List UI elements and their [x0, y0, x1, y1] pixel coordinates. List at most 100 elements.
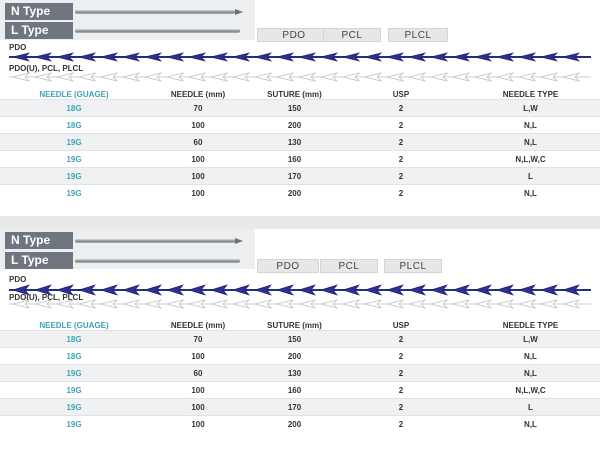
cell-suture-mm: 200 [248, 347, 341, 365]
col-header-usp: USP [392, 90, 410, 99]
needle-image-area: N Type L Type [0, 229, 255, 269]
col-header-suture: SUTURE (mm) [267, 321, 322, 330]
cell-suture-mm: 160 [248, 150, 341, 168]
panel-divider [0, 216, 600, 229]
cell-gauge: 18G [0, 116, 148, 134]
cell-needle-mm: 70 [148, 99, 248, 117]
cell-needle-type: N,L [461, 184, 600, 202]
table-row: 19G 100 170 2 L [0, 398, 600, 416]
cell-suture-mm: 200 [248, 116, 341, 134]
spec-table: NEEDLE (GUAGE) NEEDLE (mm) SUTURE (mm) U… [0, 319, 600, 433]
cell-usp: 2 [341, 398, 461, 416]
cell-needle-type: L,W [461, 99, 600, 117]
table-row: 19G 60 130 2 N,L [0, 133, 600, 151]
col-header-gauge: NEEDLE (GUAGE) [39, 90, 109, 99]
table-row: 18G 100 200 2 N,L [0, 347, 600, 365]
cell-needle-type: N,L [461, 116, 600, 134]
cell-usp: 2 [341, 133, 461, 151]
cell-usp: 2 [341, 99, 461, 117]
cell-needle-mm: 100 [148, 347, 248, 365]
cell-usp: 2 [341, 150, 461, 168]
table-header-row: NEEDLE (GUAGE) NEEDLE (mm) SUTURE (mm) U… [0, 319, 600, 331]
cell-suture-mm: 200 [248, 415, 341, 433]
col-header-needle-type: NEEDLE TYPE [502, 321, 559, 330]
col-header-needle-type: NEEDLE TYPE [502, 90, 559, 99]
cell-suture-mm: 170 [248, 167, 341, 185]
table-header-row: NEEDLE (GUAGE) NEEDLE (mm) SUTURE (mm) U… [0, 88, 600, 100]
table-row: 19G 60 130 2 N,L [0, 364, 600, 382]
spec-table: NEEDLE (GUAGE) NEEDLE (mm) SUTURE (mm) U… [0, 88, 600, 202]
cell-needle-mm: 100 [148, 150, 248, 168]
cell-gauge: 19G [0, 167, 148, 185]
thread-band-other [9, 72, 591, 82]
table-row: 19G 100 160 2 N,L,W,C [0, 150, 600, 168]
cell-gauge: 19G [0, 184, 148, 202]
product-panel-1: N Type L Type PDO PCL PLCL PDO PDO(U), P… [0, 0, 600, 216]
cell-usp: 2 [341, 381, 461, 399]
col-header-gauge: NEEDLE (GUAGE) [39, 321, 109, 330]
cell-needle-mm: 100 [148, 381, 248, 399]
cell-gauge: 18G [0, 347, 148, 365]
thread-band-pdo [9, 52, 591, 62]
n-type-needle [75, 239, 235, 243]
cell-gauge: 19G [0, 415, 148, 433]
thread-band-other [9, 299, 591, 309]
col-header-suture: SUTURE (mm) [267, 90, 322, 99]
needle-image-area: N Type L Type [0, 0, 255, 40]
table-row: 19G 100 170 2 L [0, 167, 600, 185]
cell-usp: 2 [341, 347, 461, 365]
cell-suture-mm: 170 [248, 398, 341, 416]
cell-needle-mm: 60 [148, 364, 248, 382]
cell-gauge: 19G [0, 381, 148, 399]
band-label-pdo: PDO [9, 43, 27, 52]
cell-needle-type: N,L [461, 347, 600, 365]
material-tab-plcl[interactable]: PLCL [384, 259, 442, 273]
cell-usp: 2 [341, 364, 461, 382]
material-tab-pdo[interactable]: PDO [257, 259, 319, 273]
material-tab-pcl[interactable]: PCL [323, 28, 381, 42]
cell-needle-type: N,L [461, 415, 600, 433]
n-type-needle [75, 10, 235, 14]
l-type-label: L Type [5, 22, 73, 39]
product-panel-2: N Type L Type PDO PCL PLCL PDO PDO(U), P… [0, 229, 600, 450]
material-tab-plcl[interactable]: PLCL [388, 28, 448, 42]
thread-band-pdo [9, 284, 591, 296]
n-type-label: N Type [5, 3, 73, 20]
table-row: 18G 70 150 2 L,W [0, 99, 600, 117]
cell-usp: 2 [341, 330, 461, 348]
cell-needle-mm: 100 [148, 116, 248, 134]
cell-usp: 2 [341, 415, 461, 433]
l-type-needle [75, 259, 240, 263]
cell-suture-mm: 150 [248, 330, 341, 348]
l-type-label: L Type [5, 252, 73, 269]
cell-needle-type: N,L,W,C [461, 381, 600, 399]
cell-needle-mm: 100 [148, 398, 248, 416]
col-header-needle: NEEDLE (mm) [170, 90, 226, 99]
needle-tip-icon [235, 9, 243, 15]
cell-suture-mm: 130 [248, 133, 341, 151]
cell-needle-mm: 100 [148, 415, 248, 433]
cell-gauge: 19G [0, 364, 148, 382]
cell-suture-mm: 160 [248, 381, 341, 399]
cell-suture-mm: 200 [248, 184, 341, 202]
cell-needle-mm: 60 [148, 133, 248, 151]
cell-needle-type: L [461, 167, 600, 185]
cell-needle-mm: 100 [148, 184, 248, 202]
cell-suture-mm: 150 [248, 99, 341, 117]
col-header-usp: USP [392, 321, 410, 330]
cell-gauge: 19G [0, 398, 148, 416]
cell-gauge: 18G [0, 99, 148, 117]
l-type-needle [75, 29, 240, 33]
cell-usp: 2 [341, 184, 461, 202]
cell-needle-type: N,L,W,C [461, 150, 600, 168]
material-tab-pdo[interactable]: PDO [257, 28, 331, 42]
cell-gauge: 18G [0, 330, 148, 348]
cell-needle-type: L [461, 398, 600, 416]
table-row: 18G 70 150 2 L,W [0, 330, 600, 348]
table-row: 19G 100 200 2 N,L [0, 184, 600, 202]
table-row: 19G 100 160 2 N,L,W,C [0, 381, 600, 399]
table-row: 19G 100 200 2 N,L [0, 415, 600, 433]
band-label-pdo: PDO [9, 275, 27, 284]
cell-needle-mm: 100 [148, 167, 248, 185]
material-tab-pcl[interactable]: PCL [320, 259, 378, 273]
